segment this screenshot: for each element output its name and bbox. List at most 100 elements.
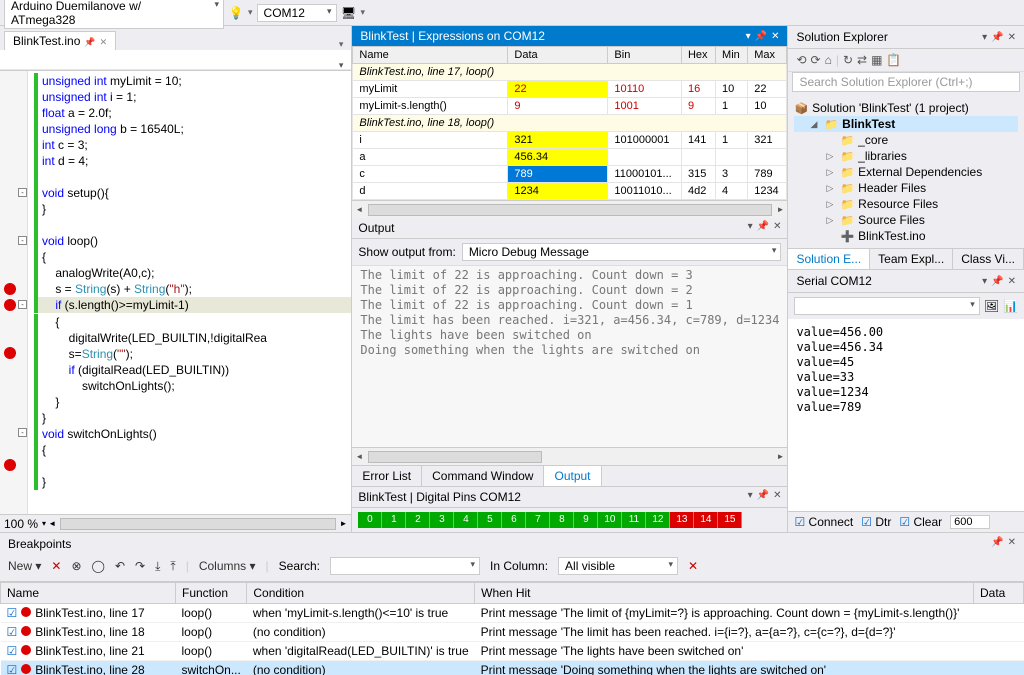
pin-icon[interactable]: 📌 [757,221,769,235]
help-icon[interactable]: 💡 [228,5,244,21]
pin-icon[interactable]: 📌 [991,276,1003,287]
tree-item[interactable]: ▷📁 Source Files [794,212,1018,228]
code-editor[interactable]: ---- unsigned int myLimit = 10;unsigned … [0,70,351,514]
breakpoint-row[interactable]: BlinkTest.ino, line 28switchOn...(no con… [1,661,1024,675]
showall-icon[interactable]: ▦ [871,53,882,67]
breakpoints-table[interactable]: NameFunctionConditionWhen HitDataBlinkTe… [0,582,1024,675]
code-line[interactable]: { [34,249,351,265]
close-icon[interactable]: ✕ [1008,276,1016,287]
fold-toggle[interactable]: - [18,428,27,437]
close-icon[interactable]: ✕ [1008,32,1016,43]
breakpoint-row[interactable]: BlinkTest.ino, line 21loop()when 'digita… [1,642,1024,661]
tree-item[interactable]: ➕ BlinkTest.ino [794,228,1018,244]
output-tab[interactable]: Error List [352,466,422,486]
expr-row[interactable]: myLimit2210110161022 [353,81,787,98]
chart-icon[interactable]: 📊 [1003,299,1018,313]
baud-input[interactable] [950,515,990,529]
tree-item[interactable]: ▷📁 External Dependencies [794,164,1018,180]
tree-item[interactable]: ▷📁 Header Files [794,180,1018,196]
tree-item[interactable]: ▷📁 _libraries [794,148,1018,164]
sync-icon[interactable]: ⇄ [857,53,867,67]
serial-input[interactable] [794,297,979,315]
new-button[interactable]: New ▾ [8,559,41,573]
code-line[interactable]: } [34,394,351,410]
expr-row[interactable]: c78911000101...3153789 [353,166,787,183]
output-hscroll[interactable] [352,447,787,465]
solution-tree[interactable]: 📦 Solution 'BlinkTest' (1 project)◢📁 Bli… [788,96,1024,248]
dropdown-icon[interactable]: ▾ [982,276,987,287]
solution-tab[interactable]: Solution E... [788,249,870,269]
tree-item[interactable]: 📦 Solution 'BlinkTest' (1 project) [794,100,1018,116]
clear-search-icon[interactable]: ✕ [688,559,698,573]
code-line[interactable]: analogWrite(A0,c); [34,265,351,281]
code-line[interactable]: if (s.length()>=myLimit-1) [34,297,351,313]
serial-checkbox[interactable]: Dtr [861,515,891,529]
serial-output[interactable]: value=456.00value=456.34value=45value=33… [788,319,1024,511]
code-line[interactable]: } [34,474,351,490]
code-line[interactable] [34,169,351,185]
tree-item[interactable]: ◢📁 BlinkTest [794,116,1018,132]
dropdown-icon[interactable]: ▾ [746,31,751,42]
pin-icon[interactable]: 📌 [757,490,769,504]
dropdown-icon[interactable]: ▾ [748,490,753,504]
pin-icon[interactable]: 📌 [755,31,767,42]
tab-dropdown-icon[interactable]: ▾ [335,39,348,50]
expr-hscroll[interactable] [352,200,787,218]
redo-icon[interactable]: ↷ [135,559,145,573]
close-icon[interactable]: ✕ [1008,537,1016,551]
code-line[interactable]: } [34,201,351,217]
delete-all-icon[interactable]: ⊗ [71,559,81,573]
output-source-select[interactable]: Micro Debug Message [462,243,782,261]
fold-toggle[interactable]: - [18,188,27,197]
dropdown-icon[interactable]: ▾ [982,32,987,43]
fold-toggle[interactable]: - [18,300,27,309]
output-tab[interactable]: Output [544,466,601,486]
code-line[interactable]: if (digitalRead(LED_BUILTIN)) [34,362,351,378]
undo-icon[interactable]: ↶ [115,559,125,573]
code-line[interactable]: { [34,442,351,458]
code-line[interactable]: switchOnLights(); [34,378,351,394]
hscroll-thumb[interactable] [60,518,335,530]
board-select[interactable]: Arduino Duemilanove w/ ATmega328 [4,0,224,29]
breakpoint-marker[interactable] [4,299,16,311]
close-icon[interactable] [100,34,108,48]
code-line[interactable]: { [34,314,351,330]
delete-icon[interactable]: ✕ [51,559,61,573]
breakpoint-marker[interactable] [4,283,16,295]
solution-search[interactable]: Search Solution Explorer (Ctrl+;) [792,72,1020,92]
close-icon[interactable]: ✕ [773,221,781,235]
refresh-icon[interactable]: ↻ [843,53,853,67]
breakpoint-row[interactable]: BlinkTest.ino, line 18loop()(no conditio… [1,623,1024,642]
incol-select[interactable]: All visible [558,557,678,575]
pin-icon[interactable] [84,34,95,48]
scope-select[interactable] [4,59,347,61]
image-icon[interactable]: 🖼 [984,299,999,313]
pin-icon[interactable]: 📌 [991,537,1003,551]
import-icon[interactable]: ⤓ [155,559,160,574]
code-line[interactable]: unsigned int i = 1; [34,89,351,105]
columns-button[interactable]: Columns ▾ [199,559,256,573]
bp-search-input[interactable] [330,557,480,575]
close-icon[interactable]: ✕ [771,31,779,42]
breakpoint-row[interactable]: BlinkTest.ino, line 17loop()when 'myLimi… [1,604,1024,623]
code-line[interactable]: unsigned int myLimit = 10; [34,73,351,89]
export-icon[interactable]: ⤒ [170,559,175,574]
code-line[interactable]: float a = 2.0f; [34,105,351,121]
fwd-icon[interactable]: ⟳ [811,53,821,67]
close-icon[interactable]: ✕ [773,490,781,504]
expr-row[interactable]: d123410011010...4d241234 [353,183,787,200]
serial-checkbox[interactable]: Clear [899,515,942,529]
code-line[interactable]: } [34,410,351,426]
expr-row[interactable]: i3211010000011411321 [353,132,787,149]
breakpoint-marker[interactable] [4,347,16,359]
properties-icon[interactable]: 📋 [886,53,901,67]
solution-tab[interactable]: Team Expl... [870,249,953,269]
code-line[interactable]: int c = 3; [34,137,351,153]
code-line[interactable] [34,217,351,233]
enable-icon[interactable]: ◯ [92,559,105,573]
code-line[interactable]: digitalWrite(LED_BUILTIN,!digitalRea [34,330,351,346]
port-select[interactable]: COM12 [257,4,337,22]
monitor-icon[interactable]: 🖥 [341,5,357,21]
code-line[interactable]: void loop() [34,233,351,249]
back-icon[interactable]: ⟲ [796,53,806,67]
